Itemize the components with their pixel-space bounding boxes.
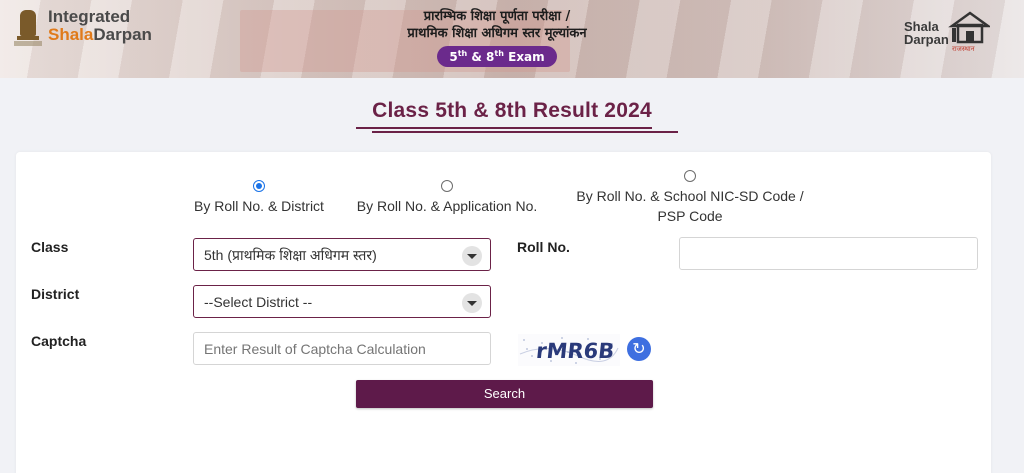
right-logo-tag: राजस्थान bbox=[952, 46, 975, 53]
option-roll-district[interactable]: By Roll No. & District bbox=[188, 180, 330, 216]
brand-line2-prefix: Shala bbox=[48, 25, 94, 44]
chevron-down-icon bbox=[462, 293, 482, 313]
exam-title-line1: प्रारम्भिक शिक्षा पूर्णता परीक्षा / bbox=[423, 9, 571, 24]
roll-no-input[interactable] bbox=[679, 237, 978, 270]
captcha-label: Captcha bbox=[31, 333, 87, 349]
class-select-value: 5th (प्राथमिक शिक्षा अधिगम स्तर) bbox=[204, 247, 377, 263]
chevron-down-icon bbox=[462, 246, 482, 266]
state-emblem-icon bbox=[14, 8, 42, 48]
radio-roll-school-code[interactable] bbox=[684, 170, 696, 182]
brand-line2-suffix: Darpan bbox=[93, 25, 152, 44]
option-roll-district-label: By Roll No. & District bbox=[194, 198, 324, 214]
title-underline bbox=[356, 127, 652, 129]
class-label: Class bbox=[31, 239, 69, 255]
exam-title-line2: प्राथमिक शिक्षा अधिगम स्तर मूल्यांकन bbox=[407, 26, 587, 41]
exam-badge: 5th & 8th Exam bbox=[437, 46, 557, 67]
option-roll-school-code-label-line1: By Roll No. & School NIC-SD Code / bbox=[576, 188, 804, 204]
radio-roll-application[interactable] bbox=[441, 180, 453, 192]
option-roll-school-code-label-line2: PSP Code bbox=[657, 208, 723, 224]
shaladarpan-rajasthan-logo[interactable]: Shala Darpan राजस्थान bbox=[902, 10, 994, 53]
title-underline-offset bbox=[372, 131, 678, 133]
header-banner: Integrated ShalaDarpan प्रारम्भिक शिक्षा… bbox=[0, 0, 1024, 78]
exam-title: प्रारम्भिक शिक्षा पूर्णता परीक्षा / प्रा… bbox=[352, 8, 642, 67]
district-select[interactable]: --Select District -- bbox=[193, 285, 491, 318]
school-house-icon bbox=[948, 11, 990, 44]
district-label: District bbox=[31, 286, 80, 302]
search-button[interactable]: Search bbox=[356, 380, 653, 408]
captcha-input[interactable] bbox=[193, 332, 491, 365]
class-select[interactable]: 5th (प्राथमिक शिक्षा अधिगम स्तर) bbox=[193, 238, 491, 271]
brand-line1: Integrated bbox=[48, 7, 131, 26]
captcha-text: rMR6B bbox=[535, 338, 616, 363]
option-roll-school-code[interactable]: By Roll No. & School NIC-SD Code / PSP C… bbox=[572, 170, 808, 226]
roll-no-label: Roll No. bbox=[517, 239, 570, 255]
district-select-value: --Select District -- bbox=[204, 294, 313, 310]
radio-roll-district[interactable] bbox=[253, 180, 265, 192]
option-roll-application[interactable]: By Roll No. & Application No. bbox=[352, 180, 542, 216]
integrated-shaladarpan-logo[interactable]: Integrated ShalaDarpan bbox=[14, 8, 152, 48]
captcha-image: rMR6B bbox=[518, 334, 620, 366]
option-roll-application-label: By Roll No. & Application No. bbox=[356, 198, 538, 214]
right-logo-word2: Darpan bbox=[904, 32, 949, 47]
page-title: Class 5th & 8th Result 2024 bbox=[372, 99, 652, 122]
refresh-icon[interactable]: ↻ bbox=[627, 337, 651, 361]
